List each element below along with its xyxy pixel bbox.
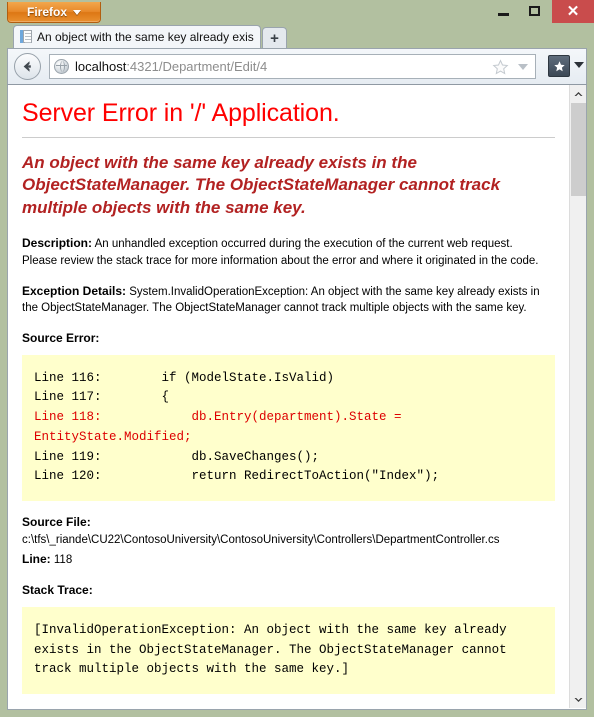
new-tab-button[interactable]: + bbox=[262, 27, 287, 48]
exception-details-paragraph: Exception Details: System.InvalidOperati… bbox=[22, 283, 550, 317]
source-file-path: c:\tfs\_riande\CU22\ContosoUniversity\Co… bbox=[22, 534, 500, 547]
description-paragraph: Description: An unhandled exception occu… bbox=[22, 235, 550, 269]
maximize-button[interactable] bbox=[521, 0, 547, 22]
exception-details-label: Exception Details: bbox=[22, 283, 127, 298]
source-code-block: Line 116: if (ModelState.IsValid) Line 1… bbox=[22, 354, 555, 502]
source-code-line: Line 117: { bbox=[34, 390, 170, 405]
source-code-line: Line 118: db.Entry(department).State = E… bbox=[34, 410, 410, 444]
back-button[interactable] bbox=[14, 53, 41, 80]
url-text: localhost:4321/Department/Edit/4 bbox=[75, 59, 267, 74]
divider bbox=[22, 137, 555, 138]
source-code-line: Line 119: db.SaveChanges(); bbox=[34, 449, 320, 464]
bookmarks-star-icon bbox=[553, 60, 565, 71]
maximize-icon bbox=[528, 6, 540, 16]
url-path: :4321/Department/Edit/4 bbox=[126, 59, 268, 74]
content-viewport: Server Error in '/' Application. An obje… bbox=[7, 85, 587, 710]
page-title: Server Error in '/' Application. bbox=[22, 99, 340, 127]
page-icon bbox=[20, 30, 32, 44]
source-line-label: Line: bbox=[22, 551, 51, 566]
source-file-info: Source File: c:\tfs\_riande\CU22\Contoso… bbox=[22, 513, 555, 569]
navigation-toolbar: localhost:4321/Department/Edit/4 bbox=[7, 48, 587, 85]
scrollbar-thumb[interactable] bbox=[571, 103, 586, 196]
source-error-heading: Source Error: bbox=[22, 330, 100, 345]
bookmark-star-icon[interactable] bbox=[492, 59, 509, 76]
error-message: An object with the same key already exis… bbox=[22, 153, 501, 217]
page-scrollbar[interactable] bbox=[569, 85, 586, 708]
close-button[interactable]: ✕ bbox=[552, 0, 594, 23]
web-page: Server Error in '/' Application. An obje… bbox=[8, 85, 569, 708]
minimize-button[interactable] bbox=[490, 0, 516, 22]
chevron-down-icon[interactable] bbox=[518, 64, 528, 70]
url-host: localhost bbox=[75, 59, 127, 74]
chevron-down-icon bbox=[73, 9, 81, 15]
minimize-icon bbox=[497, 13, 509, 16]
chevron-down-icon[interactable] bbox=[574, 62, 584, 68]
chevron-up-icon bbox=[574, 91, 582, 96]
description-label: Description: bbox=[22, 236, 93, 251]
source-code-line: Line 120: return RedirectToAction("Index… bbox=[34, 469, 440, 484]
stack-trace-heading: Stack Trace: bbox=[22, 582, 93, 597]
scroll-down-button[interactable] bbox=[570, 691, 586, 708]
url-bar[interactable]: localhost:4321/Department/Edit/4 bbox=[49, 54, 536, 79]
close-icon: ✕ bbox=[566, 3, 580, 20]
globe-icon bbox=[54, 59, 69, 74]
back-arrow-icon bbox=[23, 61, 31, 72]
firefox-app-menu-label: Firefox bbox=[26, 5, 67, 19]
firefox-app-menu-button[interactable]: Firefox bbox=[7, 2, 101, 23]
bookmarks-menu-button[interactable] bbox=[548, 55, 570, 77]
source-file-label: Source File: bbox=[22, 515, 91, 530]
source-line-number: 118 bbox=[53, 553, 73, 566]
scroll-up-button[interactable] bbox=[570, 85, 586, 102]
tab-strip: An object with the same key already exis… bbox=[0, 23, 594, 48]
title-bar: Firefox ✕ bbox=[0, 0, 594, 23]
chevron-down-icon bbox=[574, 697, 582, 702]
tab-title: An object with the same key already exis… bbox=[37, 30, 254, 44]
browser-window: Firefox ✕ An object with the same key al… bbox=[0, 0, 594, 717]
source-code-line: Line 116: if (ModelState.IsValid) bbox=[34, 370, 335, 385]
description-text: An unhandled exception occurred during t… bbox=[22, 238, 539, 267]
stack-trace-block: [InvalidOperationException: An object wi… bbox=[22, 606, 555, 695]
tab-active[interactable]: An object with the same key already exis… bbox=[13, 25, 261, 48]
